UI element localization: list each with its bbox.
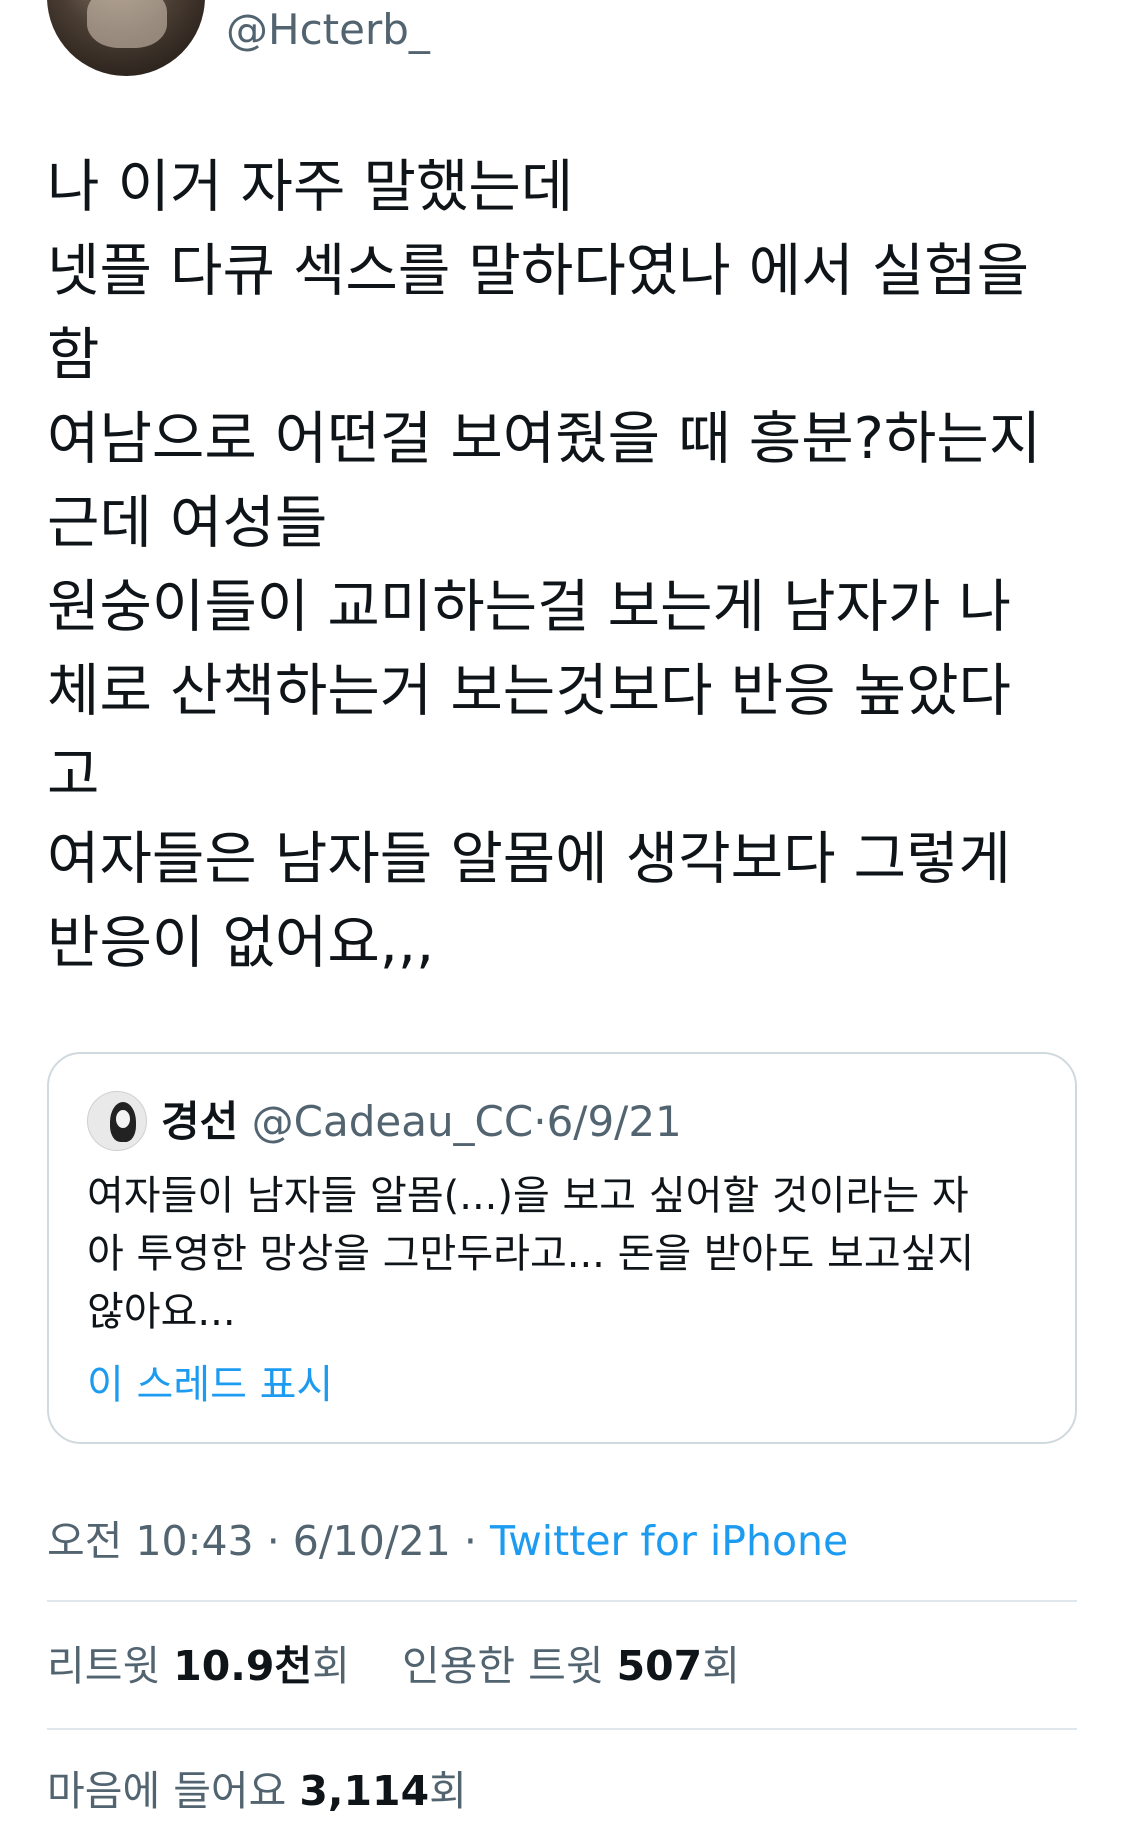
quoted-line: 여자들이 남자들 알몸(...)을 보고 싶어할 것이라는 자 bbox=[87, 1173, 969, 1219]
likes-suffix: 회 bbox=[429, 1767, 467, 1815]
quoted-author-handle: @Cadeau_CC bbox=[251, 1097, 534, 1146]
quoted-date: 6/9/21 bbox=[546, 1097, 682, 1146]
quoted-tweet-card[interactable]: 경선 @Cadeau_CC·6/9/21 여자들이 남자들 알몸(...)을 보… bbox=[47, 1052, 1077, 1444]
tweet-line: 근데 여성들 bbox=[47, 490, 328, 556]
tweet-line: 반응이 없어요,,, bbox=[47, 910, 435, 976]
likes-row: 마음에 들어요 3,114회 bbox=[47, 1765, 467, 1817]
timestamp-separator: · bbox=[266, 1517, 280, 1565]
tweet-line: 체로 산책하는거 보는것보다 반응 높았다 bbox=[47, 658, 1011, 724]
tweet-line: 함 bbox=[47, 322, 100, 388]
quoted-line: 아 투영한 망상을 그만두라고... 돈을 받아도 보고싶지 bbox=[87, 1231, 975, 1277]
tweet-line: 여자들은 남자들 알몸에 생각보다 그렇게 bbox=[47, 826, 1011, 892]
timestamp-separator: · bbox=[463, 1517, 477, 1565]
tweet-line: 원숭이들이 교미하는걸 보는게 남자가 나 bbox=[47, 574, 1011, 640]
quoted-author-avatar bbox=[87, 1091, 147, 1151]
divider bbox=[47, 1600, 1077, 1602]
tweet-time: 오전 10:43 bbox=[47, 1517, 254, 1565]
divider bbox=[47, 1728, 1077, 1730]
tweet-source-link[interactable]: Twitter for iPhone bbox=[490, 1517, 848, 1565]
engagement-stats: 리트윗 10.9천회 인용한 트윗 507회 bbox=[47, 1640, 740, 1692]
show-thread-link[interactable]: 이 스레드 표시 bbox=[87, 1359, 333, 1411]
likes-stat[interactable]: 마음에 들어요 3,114회 bbox=[47, 1767, 467, 1815]
tweet-text: 나 이거 자주 말했는데 넷플 다큐 섹스를 말하다였나 에서 실험을 함 여남… bbox=[47, 145, 1077, 985]
quoted-tweet-header: 경선 @Cadeau_CC·6/9/21 bbox=[161, 1096, 682, 1148]
retweets-label: 리트윗 bbox=[47, 1642, 161, 1690]
quoted-separator: · bbox=[533, 1097, 547, 1146]
tweet-line: 여남으로 어떤걸 보여줬을 때 흥분?하는지 bbox=[47, 406, 1042, 472]
quoted-tweet-text: 여자들이 남자들 알몸(...)을 보고 싶어할 것이라는 자 아 투영한 망상… bbox=[87, 1167, 1047, 1341]
tweet-line: 나 이거 자주 말했는데 bbox=[47, 154, 574, 220]
quotes-count: 507 bbox=[616, 1642, 703, 1690]
tweet-date: 6/10/21 bbox=[292, 1517, 451, 1565]
tweet-timestamp: 오전 10:43 · 6/10/21 · Twitter for iPhone bbox=[47, 1515, 848, 1567]
author-handle[interactable]: @Hcterb_ bbox=[226, 4, 430, 56]
quotes-label: 인용한 트윗 bbox=[401, 1642, 604, 1690]
quoted-line: 않아요... bbox=[87, 1289, 236, 1335]
quotes-suffix: 회 bbox=[702, 1642, 740, 1690]
quotes-stat[interactable]: 인용한 트윗 507회 bbox=[402, 1642, 740, 1690]
tweet-line: 넷플 다큐 섹스를 말하다였나 에서 실험을 bbox=[47, 238, 1030, 304]
retweets-count: 10.9천 bbox=[173, 1642, 313, 1690]
likes-count: 3,114 bbox=[299, 1767, 430, 1815]
author-avatar[interactable] bbox=[47, 0, 205, 76]
likes-label: 마음에 들어요 bbox=[47, 1767, 287, 1815]
retweets-stat[interactable]: 리트윗 10.9천회 bbox=[47, 1642, 350, 1690]
tweet-line: 고 bbox=[47, 742, 100, 808]
retweets-suffix: 회 bbox=[312, 1642, 350, 1690]
quoted-author-name: 경선 bbox=[161, 1097, 239, 1146]
